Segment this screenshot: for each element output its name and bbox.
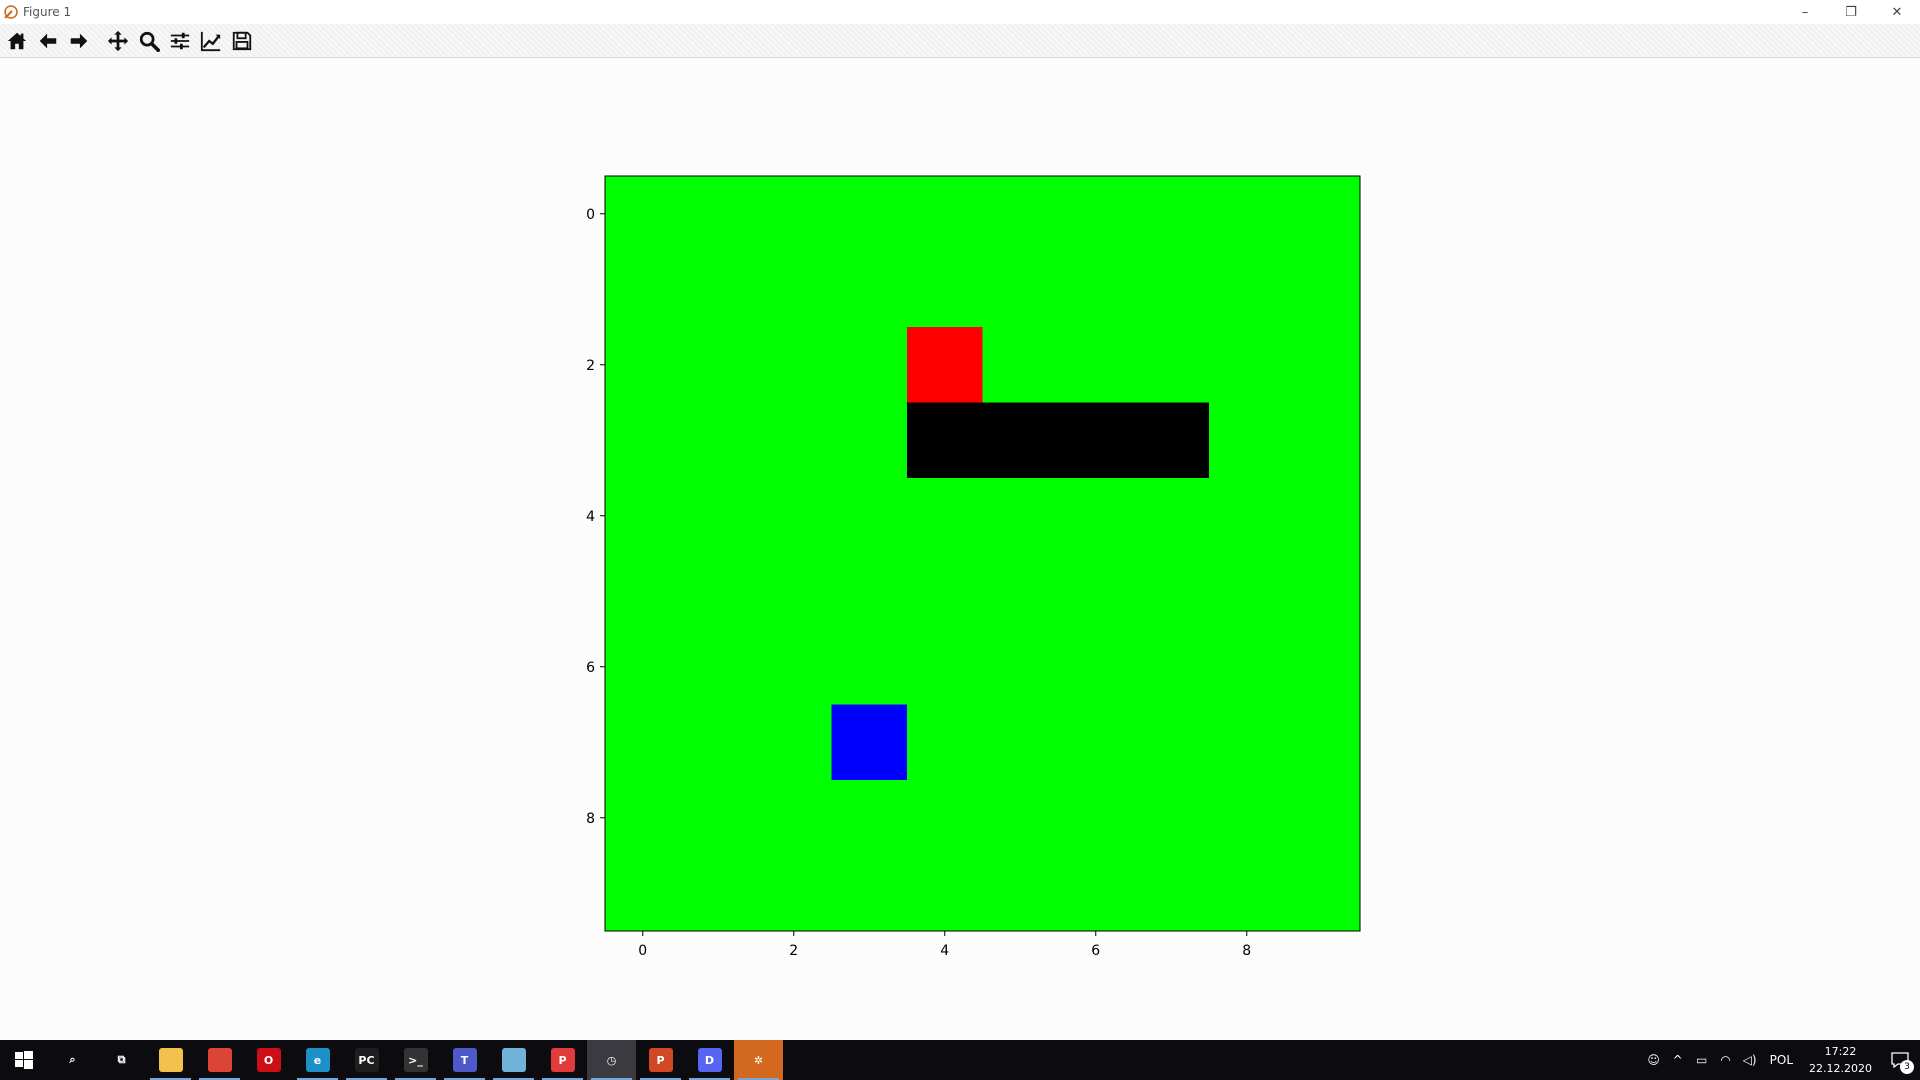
search-icon: ⌕ (60, 1048, 85, 1072)
notification-count-badge: 3 (1900, 1060, 1914, 1074)
back-button[interactable] (34, 27, 62, 55)
taskbar-item-discord[interactable]: D (685, 1040, 734, 1080)
taskbar-apps: ⌕ ⧉ Oe PC >_ T P ◷ P D ✲ (48, 1040, 783, 1080)
y-tick-label-0: 0 (586, 207, 595, 223)
taskbar-item-opera[interactable]: O (244, 1040, 293, 1080)
system-tray: ☺ ^ ▭ ◠ ◁) POL 17:22 22.12.2020 3 (1642, 1040, 1920, 1080)
line-chart-icon (200, 31, 221, 51)
taskbar-item-remote-app[interactable]: P (538, 1040, 587, 1080)
clock[interactable]: 17:22 22.12.2020 (1801, 1043, 1880, 1077)
zoom-icon (139, 31, 160, 52)
heatmap-cell-r3-c5 (982, 402, 1058, 478)
chevron-up-icon[interactable]: ^ (1666, 1040, 1690, 1080)
arrow-right-icon (70, 33, 88, 48)
navigation-toolbar (0, 24, 1920, 58)
powerpoint-icon: P (648, 1048, 673, 1072)
taskbar-item-edge[interactable]: e (293, 1040, 342, 1080)
taskbar-item-search[interactable]: ⌕ (48, 1040, 97, 1080)
start-button[interactable] (0, 1040, 48, 1080)
pycharm-icon: PC (354, 1048, 379, 1072)
language-indicator[interactable]: POL (1762, 1053, 1801, 1067)
pan-button[interactable] (104, 27, 132, 55)
x-tick-label-0: 0 (638, 943, 647, 959)
heatmap-cell-r3-c4 (907, 402, 983, 478)
heatmap-chart[interactable]: 0 2 4 6 8 0 2 4 6 8 (0, 58, 1920, 1038)
taskbar-item-teams[interactable]: T (440, 1040, 489, 1080)
terminal-icon: >_ (403, 1048, 428, 1072)
y-tick-label-4: 4 (586, 509, 595, 525)
windows-logo-icon (15, 1051, 33, 1069)
x-tick-label-2: 2 (789, 943, 798, 959)
edge-icon: e (305, 1048, 330, 1072)
chrome-icon (207, 1048, 232, 1072)
matplotlib-logo-icon (4, 5, 18, 19)
title-bar: Figure 1 – ❐ ✕ (0, 0, 1920, 24)
forward-button[interactable] (65, 27, 93, 55)
file-explorer-icon (158, 1048, 183, 1072)
heatmap-cell-r7-c3 (831, 704, 907, 780)
volume-icon[interactable]: ◁) (1738, 1040, 1762, 1080)
taskbar-item-terminal[interactable]: >_ (391, 1040, 440, 1080)
teams-icon: T (452, 1048, 477, 1072)
figure-canvas[interactable]: 0 2 4 6 8 0 2 4 6 8 (0, 58, 1920, 1038)
floppy-disk-icon (232, 31, 252, 50)
opera-icon: O (256, 1048, 281, 1072)
home-button[interactable] (3, 27, 31, 55)
y-tick-label-2: 2 (586, 358, 595, 374)
heatmap-background (605, 176, 1360, 931)
edit-axis-button[interactable] (197, 27, 225, 55)
discord-icon: D (697, 1048, 722, 1072)
taskbar-item-file-explorer[interactable] (146, 1040, 195, 1080)
sliders-icon (170, 32, 190, 49)
remote-app-icon: P (550, 1048, 575, 1072)
configure-subplots-button[interactable] (166, 27, 194, 55)
taskbar-item-powerpoint[interactable]: P (636, 1040, 685, 1080)
taskbar-item-clock-app[interactable]: ◷ (587, 1040, 636, 1080)
move-icon (107, 30, 129, 51)
restore-button[interactable]: ❐ (1828, 0, 1874, 24)
clock-app-icon: ◷ (599, 1048, 624, 1072)
taskbar: ⌕ ⧉ Oe PC >_ T P ◷ P D ✲ ☺ ^ ▭ ◠ ◁) POL 17:22 22.1… (0, 1040, 1920, 1080)
arrow-left-icon (39, 33, 57, 48)
minimize-button[interactable]: – (1782, 0, 1828, 24)
taskbar-item-matplotlib-figure[interactable]: ✲ (734, 1040, 783, 1080)
zoom-button[interactable] (135, 27, 163, 55)
wifi-icon[interactable]: ◠ (1714, 1040, 1738, 1080)
taskbar-item-pycharm[interactable]: PC (342, 1040, 391, 1080)
task-view-icon: ⧉ (109, 1048, 134, 1072)
x-tick-label-8: 8 (1242, 943, 1251, 959)
home-icon (7, 32, 27, 49)
window-title: Figure 1 (23, 5, 72, 19)
y-tick-label-8: 8 (586, 811, 595, 827)
x-tick-label-6: 6 (1091, 943, 1100, 959)
window-controls: – ❐ ✕ (1782, 0, 1920, 24)
heatmap-cell-r3-c7 (1133, 402, 1209, 478)
y-tick-label-6: 6 (586, 660, 595, 676)
people-icon[interactable]: ☺ (1642, 1040, 1666, 1080)
matplotlib-figure-icon: ✲ (746, 1048, 771, 1072)
taskbar-item-chrome[interactable] (195, 1040, 244, 1080)
heatmap-cell-r2-c4 (907, 327, 983, 403)
save-button[interactable] (228, 27, 256, 55)
clock-time: 17:22 (1824, 1045, 1857, 1058)
notes-icon (501, 1048, 526, 1072)
taskbar-item-notes[interactable] (489, 1040, 538, 1080)
clock-date: 22.12.2020 (1809, 1062, 1872, 1075)
battery-icon[interactable]: ▭ (1690, 1040, 1714, 1080)
heatmap-cell-r3-c6 (1058, 402, 1134, 478)
x-tick-label-4: 4 (940, 943, 949, 959)
close-button[interactable]: ✕ (1874, 0, 1920, 24)
notification-center-button[interactable]: 3 (1880, 1040, 1920, 1080)
taskbar-item-task-view[interactable]: ⧉ (97, 1040, 146, 1080)
